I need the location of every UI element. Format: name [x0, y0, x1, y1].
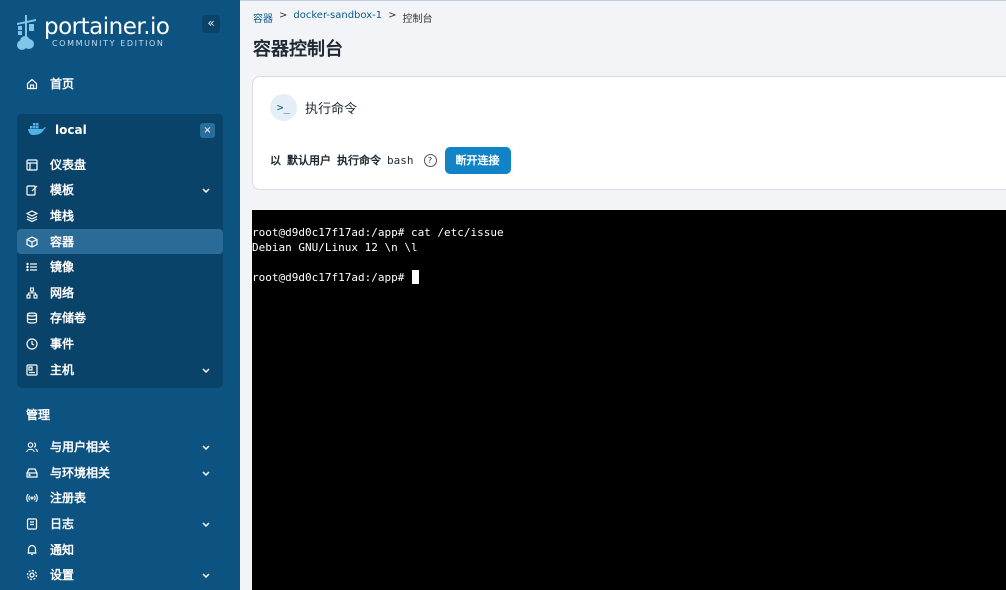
breadcrumb-current: 控制台	[402, 14, 433, 25]
exec-info-row: 以 默认用户 执行命令 bash ? 断开连接	[270, 146, 511, 174]
sidebar-item-events[interactable]: 事件	[17, 331, 223, 356]
main-content: 容器 > docker-sandbox-1 > 控制台 容器控制台 >_ 执行命…	[240, 0, 1006, 590]
docker-icon	[27, 122, 47, 139]
sidebar-item-dashboard[interactable]: 仪表盘	[17, 152, 223, 177]
chevron-down-icon[interactable]	[201, 569, 211, 583]
sidebar-item-label: 存储卷	[50, 311, 87, 325]
sidebar-item-environments[interactable]: 与环境相关	[17, 460, 223, 485]
bell-icon	[25, 543, 39, 557]
breadcrumb-separator: >	[279, 10, 288, 21]
sidebar-item-label: 日志	[50, 517, 75, 531]
host-icon	[25, 363, 39, 377]
environment-close-button[interactable]: ×	[200, 123, 215, 138]
breadcrumb-separator: >	[388, 10, 397, 21]
sidebar: portainer.io COMMUNITY EDITION « 首页 loca…	[0, 0, 240, 590]
sidebar-item-label: 与用户相关	[50, 440, 111, 454]
dashboard-icon	[25, 158, 39, 172]
sidebar-item-containers[interactable]: 容器	[17, 229, 223, 254]
sidebar-item-label: 通知	[50, 543, 75, 557]
top-divider	[240, 0, 1006, 1]
exec-label: 执行命令	[337, 154, 381, 167]
sidebar-item-notifications[interactable]: 通知	[17, 537, 223, 562]
sidebar-item-host[interactable]: 主机	[17, 357, 223, 382]
portainer-logo[interactable]: portainer.io COMMUNITY EDITION	[16, 14, 170, 54]
sidebar-item-volumes[interactable]: 存储卷	[17, 305, 223, 330]
broadcast-icon	[25, 491, 39, 505]
shell-value: bash	[387, 153, 414, 167]
database-icon	[25, 311, 39, 325]
sidebar-item-label: 主机	[50, 363, 75, 377]
sidebar-item-users[interactable]: 与用户相关	[17, 434, 223, 459]
edit-icon	[25, 183, 39, 197]
portainer-logo-icon	[16, 14, 38, 52]
disconnect-button[interactable]: 断开连接	[444, 146, 511, 174]
sidebar-item-label: 与环境相关	[50, 466, 111, 480]
environment-header[interactable]: local	[17, 117, 223, 143]
terminal-line: root@d9d0c17f17ad:/app# cat /etc/issue	[252, 226, 504, 239]
box-icon	[25, 235, 39, 249]
sidebar-item-label: 镜像	[50, 260, 75, 274]
sidebar-item-label: 网络	[50, 286, 75, 300]
terminal-icon: >_	[270, 94, 297, 121]
terminal[interactable]: root@d9d0c17f17ad:/app# cat /etc/issue D…	[252, 210, 1006, 590]
user-value: 默认用户	[287, 154, 331, 167]
sidebar-item-networks[interactable]: 网络	[17, 280, 223, 305]
breadcrumb-container-link[interactable]: docker-sandbox-1	[293, 10, 382, 25]
sidebar-item-registries[interactable]: 注册表	[17, 485, 223, 510]
sidebar-item-label: 设置	[50, 568, 75, 582]
breadcrumb-containers-link[interactable]: 容器	[253, 10, 273, 25]
sidebar-item-label: 事件	[50, 337, 75, 351]
sidebar-item-label: 注册表	[50, 491, 87, 505]
sidebar-item-label: 容器	[50, 235, 75, 249]
sidebar-item-label: 首页	[50, 77, 75, 91]
terminal-line: Debian GNU/Linux 12 \n \l	[252, 241, 418, 254]
chevron-down-icon[interactable]	[201, 364, 211, 378]
terminal-cursor	[411, 270, 419, 284]
card-title: 执行命令	[305, 102, 358, 117]
chevron-down-icon[interactable]	[201, 467, 211, 481]
sidebar-item-logs[interactable]: 日志	[17, 511, 223, 536]
sidebar-item-images[interactable]: 镜像	[17, 254, 223, 279]
sidebar-item-stacks[interactable]: 堆栈	[17, 203, 223, 228]
list-icon	[25, 260, 39, 274]
log-icon	[25, 517, 39, 531]
clock-icon	[25, 337, 39, 351]
sidebar-item-label: 模板	[50, 183, 75, 197]
sidebar-item-label: 堆栈	[50, 209, 75, 223]
admin-section-title: 管理	[26, 408, 51, 422]
home-icon	[25, 77, 39, 91]
drive-icon	[25, 466, 39, 480]
chevron-down-icon[interactable]	[201, 441, 211, 455]
brand-edition: COMMUNITY EDITION	[52, 39, 165, 48]
collapse-sidebar-button[interactable]: «	[202, 15, 220, 33]
chevron-down-icon[interactable]	[201, 518, 211, 532]
help-icon[interactable]: ?	[423, 153, 437, 167]
exec-card: >_ 执行命令 以 默认用户 执行命令 bash ? 断开连接	[252, 76, 1006, 190]
layers-icon	[25, 209, 39, 223]
breadcrumb: 容器 > docker-sandbox-1 > 控制台	[253, 10, 432, 25]
sidebar-item-templates[interactable]: 模板	[17, 177, 223, 202]
chevron-down-icon[interactable]	[201, 184, 211, 198]
terminal-prompt-line: root@d9d0c17f17ad:/app#	[252, 270, 1006, 285]
sidebar-item-label: 仪表盘	[50, 158, 87, 172]
terminal-prompt: root@d9d0c17f17ad:/app#	[252, 271, 411, 284]
environment-name: local	[55, 123, 87, 137]
sidebar-item-home[interactable]: 首页	[17, 71, 223, 96]
network-icon	[25, 286, 39, 300]
brand-name: portainer.io	[44, 14, 170, 40]
sidebar-item-settings[interactable]: 设置	[17, 562, 223, 587]
gear-icon	[25, 568, 39, 582]
page-title: 容器控制台	[253, 39, 343, 60]
as-label: 以	[270, 154, 281, 167]
users-icon	[25, 440, 39, 454]
